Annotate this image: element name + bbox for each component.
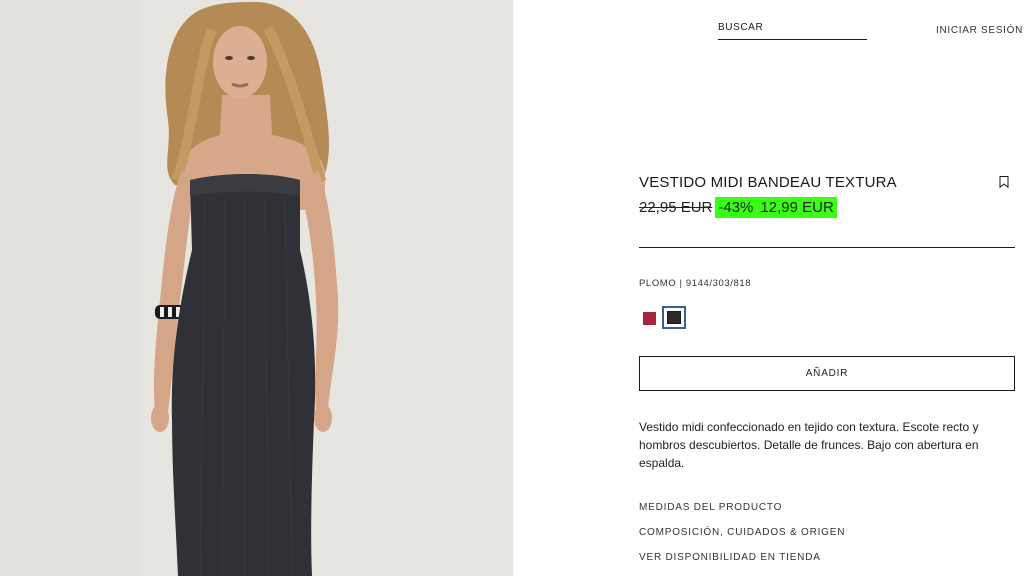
divider (639, 247, 1015, 248)
login-link[interactable]: INICIAR SESIÓN (936, 25, 1023, 36)
price-row: 22,95 EUR -43% 12,99 EUR (639, 196, 837, 219)
current-price: 12,99 EUR (760, 199, 834, 216)
product-title: VESTIDO MIDI BANDEAU TEXTURA (639, 174, 897, 191)
swatch-red[interactable] (643, 312, 656, 325)
add-button-label: AÑADIR (805, 368, 849, 379)
product-description: Vestido midi confeccionado en tejido con… (639, 420, 979, 470)
link-product-measures[interactable]: MEDIDAS DEL PRODUCTO (639, 502, 782, 513)
product-photo[interactable] (0, 0, 513, 576)
bookmark-icon[interactable] (999, 176, 1009, 188)
swatch-dark-grey-fill (667, 311, 681, 324)
add-to-cart-button[interactable]: AÑADIR (639, 356, 1015, 391)
swatch-dark-grey-selected[interactable] (662, 306, 686, 329)
search-input[interactable]: BUSCAR (718, 22, 867, 40)
discount-badge: -43% (718, 199, 754, 216)
model-illustration (0, 0, 513, 576)
color-reference: PLOMO | 9144/303/818 (639, 278, 752, 289)
link-composition-care-origin[interactable]: COMPOSICIÓN, CUIDADOS & ORIGEN (639, 527, 845, 538)
sale-highlight: -43% 12,99 EUR (715, 197, 837, 218)
product-info-panel: BUSCAR INICIAR SESIÓN VESTIDO MIDI BANDE… (513, 0, 1024, 576)
search-label: BUSCAR (718, 22, 764, 33)
old-price: 22,95 EUR (639, 199, 713, 216)
link-store-availability[interactable]: VER DISPONIBILIDAD EN TIENDA (639, 552, 821, 563)
